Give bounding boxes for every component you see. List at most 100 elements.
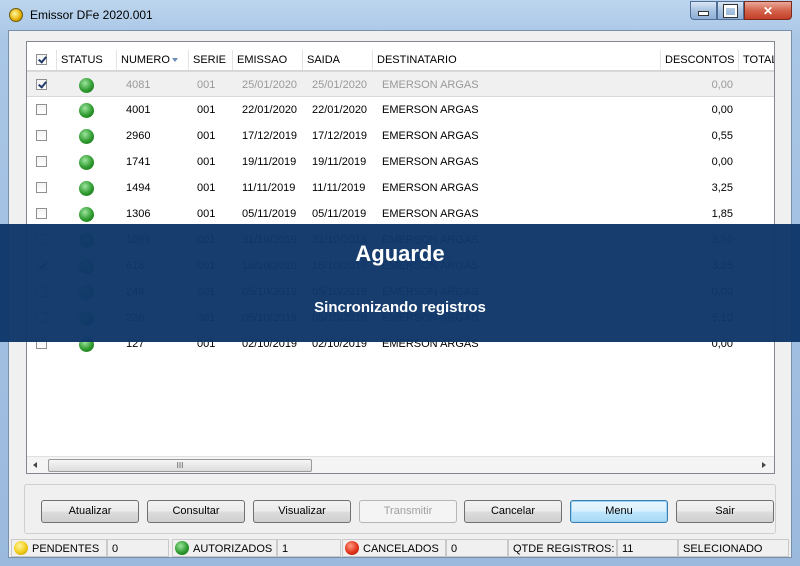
column-header-serie[interactable]: SERIE <box>189 50 233 70</box>
maximize-button[interactable] <box>717 1 744 20</box>
status-autorizados-count-cell: 1 <box>277 539 341 557</box>
status-autorizados-count: 1 <box>282 543 289 555</box>
status-pendentes-count-cell: 0 <box>107 539 169 557</box>
app-logo-icon <box>9 8 23 22</box>
visualizar-button[interactable]: Visualizar <box>253 500 351 523</box>
scroll-left-icon[interactable] <box>33 462 37 468</box>
cell-serie: 001 <box>197 156 216 168</box>
authorized-green-icon <box>175 541 189 555</box>
cell-emissao: 19/11/2019 <box>242 156 297 168</box>
status-selecionado: SELECIONADO <box>678 539 789 557</box>
transmitir-button[interactable]: Transmitir <box>359 500 457 523</box>
status-autorizados: AUTORIZADOS <box>172 539 277 557</box>
cell-saida: 25/01/2020 <box>312 79 368 91</box>
status-green-icon <box>79 155 94 170</box>
row-checkbox[interactable] <box>36 182 47 193</box>
atualizar-button[interactable]: Atualizar <box>41 500 139 523</box>
title-bar[interactable]: Emissor DFe 2020.001 ✕ <box>0 0 800 30</box>
table-row[interactable]: 4081 001 25/01/2020 25/01/2020 EMERSON ARGAS… <box>27 71 774 97</box>
cell-destinatario: EMERSON ARGAS <box>382 156 479 168</box>
table-row[interactable]: 2960 001 17/12/2019 17/12/2019 EMERSON ARGAS… <box>27 123 774 149</box>
cell-descontos: 0,00 <box>711 79 733 91</box>
status-green-icon <box>79 207 94 222</box>
status-qtde-label: QTDE REGISTROS: <box>513 543 615 555</box>
window-title: Emissor DFe 2020.001 <box>30 8 153 22</box>
minimize-button[interactable] <box>690 1 717 20</box>
cell-numero: 4001 <box>126 104 151 116</box>
row-checkbox[interactable] <box>36 79 47 90</box>
row-checkbox[interactable] <box>36 104 47 115</box>
header-select-all-cell <box>27 50 57 70</box>
status-green-icon <box>79 103 94 118</box>
cancelar-button[interactable]: Cancelar <box>464 500 562 523</box>
status-green-icon <box>79 78 94 93</box>
cell-destinatario: EMERSON ARGAS <box>382 104 479 116</box>
minimize-icon <box>698 11 709 16</box>
row-checkbox[interactable] <box>36 156 47 167</box>
cell-emissao: 22/01/2020 <box>242 104 298 116</box>
maximize-icon <box>724 4 737 17</box>
cell-serie: 001 <box>197 182 216 194</box>
column-header-numero[interactable]: NUMERO <box>117 50 189 70</box>
status-pendentes: PENDENTES <box>11 539 107 557</box>
column-header-saida[interactable]: SAIDA <box>303 50 373 70</box>
status-pendentes-count: 0 <box>112 543 119 555</box>
status-autorizados-label: AUTORIZADOS <box>193 543 273 555</box>
close-button[interactable]: ✕ <box>744 1 792 20</box>
cell-numero: 4081 <box>126 79 151 91</box>
column-header-emissao[interactable]: EMISSAO <box>233 50 303 70</box>
sair-button[interactable]: Sair <box>676 500 774 523</box>
scrollbar-thumb[interactable]: III <box>48 459 312 472</box>
status-qtde-count: 11 <box>622 543 634 555</box>
select-all-checkbox[interactable] <box>36 54 47 65</box>
consultar-button[interactable]: Consultar <box>147 500 245 523</box>
menu-button[interactable]: Menu <box>570 500 668 523</box>
cell-descontos: 0,55 <box>711 130 733 142</box>
column-header-descontos[interactable]: DESCONTOS <box>661 50 739 70</box>
column-header-destinatario[interactable]: DESTINATARIO <box>373 50 661 70</box>
cell-serie: 001 <box>197 130 216 142</box>
status-cancelados-count: 0 <box>451 543 458 555</box>
table-row[interactable]: 4001 001 22/01/2020 22/01/2020 EMERSON ARGAS… <box>27 97 774 123</box>
pending-yellow-icon <box>14 541 28 555</box>
column-header-numero-label: NUMERO <box>121 54 170 66</box>
status-cancelados: CANCELADOS <box>342 539 446 557</box>
status-cancelados-count-cell: 0 <box>446 539 508 557</box>
cell-numero: 1494 <box>126 182 151 194</box>
cancelled-red-icon <box>345 541 359 555</box>
loading-overlay: Aguarde Sincronizando registros <box>0 224 800 342</box>
table-row[interactable]: 1494 001 11/11/2019 11/11/2019 EMERSON ARGAS… <box>27 175 774 201</box>
cell-numero: 1741 <box>126 156 151 168</box>
cell-descontos: 0,00 <box>711 156 733 168</box>
app-window: Emissor DFe 2020.001 ✕ STATUS NUMERO SER… <box>0 0 800 566</box>
status-selecionado-label: SELECIONADO <box>683 543 763 555</box>
cell-destinatario: EMERSON ARGAS <box>382 182 479 194</box>
cell-destinatario: EMERSON ARGAS <box>382 79 479 91</box>
status-pendentes-label: PENDENTES <box>32 543 100 555</box>
column-header-status[interactable]: STATUS <box>57 50 117 70</box>
cell-descontos: 3,25 <box>711 182 733 194</box>
column-header-total[interactable]: TOTAL <box>739 50 774 70</box>
cell-emissao: 11/11/2019 <box>242 182 296 194</box>
status-qtde-count-cell: 11 <box>617 539 678 557</box>
cell-serie: 001 <box>197 104 216 116</box>
cell-saida: 19/11/2019 <box>312 156 367 168</box>
cell-numero: 2960 <box>126 130 151 142</box>
status-green-icon <box>79 181 94 196</box>
overlay-message: Sincronizando registros <box>314 299 486 316</box>
cell-saida: 22/01/2020 <box>312 104 368 116</box>
row-checkbox[interactable] <box>36 208 47 219</box>
status-green-icon <box>79 129 94 144</box>
status-cancelados-label: CANCELADOS <box>363 543 439 555</box>
cell-serie: 001 <box>197 79 216 91</box>
horizontal-scrollbar[interactable]: III <box>27 456 774 473</box>
close-icon: ✕ <box>762 3 774 18</box>
scroll-right-icon[interactable] <box>762 462 766 468</box>
table-row[interactable]: 1741 001 19/11/2019 19/11/2019 EMERSON ARGAS… <box>27 149 774 175</box>
cell-descontos: 0,00 <box>711 104 733 116</box>
cell-saida: 17/12/2019 <box>312 130 368 142</box>
cell-saida: 11/11/2019 <box>312 182 366 194</box>
row-checkbox[interactable] <box>36 130 47 141</box>
status-bar: PENDENTES 0 AUTORIZADOS 1 CANCELADOS 0 Q… <box>9 537 791 557</box>
cell-emissao: 17/12/2019 <box>242 130 298 142</box>
